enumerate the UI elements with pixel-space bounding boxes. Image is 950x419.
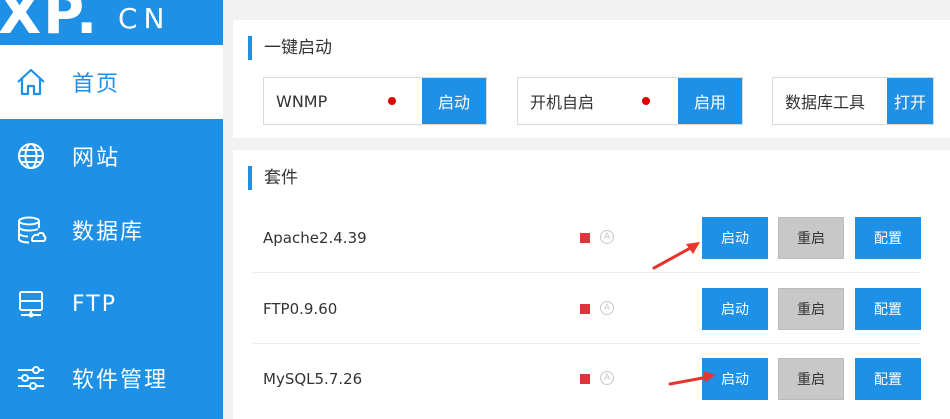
start-button[interactable]: 启动 [702, 217, 768, 259]
config-button[interactable]: 配置 [855, 288, 921, 330]
start-button[interactable]: 启动 [702, 358, 768, 400]
stopped-status-icon [580, 304, 590, 314]
sidebar-item-label: 数据库 [72, 220, 145, 245]
ftp-server-icon [14, 287, 48, 321]
autostart-group: 开机自启 启用 [517, 77, 743, 125]
wnmp-start-button[interactable]: 启动 [422, 78, 486, 124]
config-button[interactable]: 配置 [855, 358, 921, 400]
start-button[interactable]: 启动 [702, 288, 768, 330]
suite-panel: 套件 Apache2.4.39 A 启动 重启 配置 FTP0.9.60 A 启… [233, 150, 950, 419]
restart-button[interactable]: 重启 [778, 288, 844, 330]
auto-status-icon[interactable]: A [600, 301, 614, 315]
globe-icon [14, 139, 48, 173]
table-row: MySQL5.7.26 A 启动 重启 配置 [253, 344, 921, 414]
database-icon [14, 213, 48, 247]
autostart-enable-button[interactable]: 启用 [678, 78, 742, 124]
home-icon [14, 65, 48, 99]
logo-main-text: XP. [0, 0, 100, 40]
sidebar-item-website[interactable]: 网站 [0, 119, 223, 193]
table-row: FTP0.9.60 A 启动 重启 配置 [253, 274, 921, 344]
table-row: Apache2.4.39 A 启动 重启 配置 [253, 203, 921, 273]
sidebar-item-ftp[interactable]: FTP [0, 267, 223, 341]
sidebar-item-label: 首页 [72, 72, 121, 97]
sidebar-item-home[interactable]: 首页 [0, 45, 223, 119]
sidebar-item-label: 软件管理 [72, 368, 169, 393]
config-button[interactable]: 配置 [855, 217, 921, 259]
stopped-status-icon [580, 374, 590, 384]
autostart-label-text: 开机自启 [530, 93, 595, 112]
db-tool-label: 数据库工具 [773, 78, 887, 124]
db-tool-open-button[interactable]: 打开 [887, 78, 933, 124]
logo-sub-text: CN [118, 2, 171, 35]
restart-button[interactable]: 重启 [778, 217, 844, 259]
service-name: Apache2.4.39 [263, 229, 367, 247]
sidebar-nav: 首页 网站 数据库 FTP 软件管理 [0, 45, 223, 415]
stopped-status-icon [580, 233, 590, 243]
restart-button[interactable]: 重启 [778, 358, 844, 400]
sidebar-item-database[interactable]: 数据库 [0, 193, 223, 267]
quick-start-panel: 一键启动 WNMP 启动 开机自启 启用 数据库工具 打开 [233, 20, 950, 138]
status-dot [642, 97, 650, 105]
wnmp-label-text: WNMP [276, 91, 328, 111]
auto-status-icon[interactable]: A [600, 371, 614, 385]
db-tool-label-text: 数据库工具 [785, 93, 866, 112]
wnmp-group: WNMP 启动 [263, 77, 487, 125]
auto-status-icon[interactable]: A [600, 230, 614, 244]
service-name: FTP0.9.60 [263, 300, 338, 318]
db-tool-group: 数据库工具 打开 [772, 77, 934, 125]
sidebar-item-label: FTP [72, 291, 117, 317]
sidebar-item-software[interactable]: 软件管理 [0, 341, 223, 415]
sidebar: XP. CN 首页 网站 数据库 FTP 软件管理 [0, 0, 223, 419]
wnmp-label: WNMP [264, 78, 422, 124]
sliders-icon [14, 361, 48, 395]
status-dot [388, 97, 396, 105]
brand-logo: XP. CN [0, 0, 223, 40]
service-name: MySQL5.7.26 [263, 370, 363, 388]
quick-start-title: 一键启动 [248, 36, 332, 60]
suite-title: 套件 [248, 166, 298, 190]
sidebar-item-label: 网站 [72, 146, 121, 171]
autostart-label: 开机自启 [518, 78, 678, 124]
